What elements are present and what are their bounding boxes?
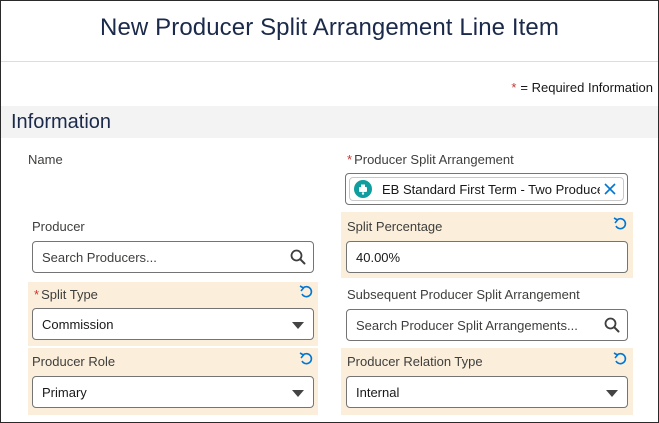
modal: New Producer Split Arrangement Line Item… [0, 0, 659, 423]
undo-icon[interactable] [613, 352, 627, 366]
producer-role-value: Primary [42, 384, 87, 400]
required-info-note: * = Required Information [511, 80, 653, 95]
subsequent-arrangement-placeholder: Search Producer Split Arrangements... [356, 317, 578, 333]
required-info-text: = Required Information [520, 80, 653, 95]
undo-icon[interactable] [299, 285, 313, 299]
undo-icon[interactable] [613, 217, 627, 231]
subsequent-arrangement-label: Subsequent Producer Split Arrangement [347, 287, 580, 302]
required-marker: * [511, 80, 517, 95]
modal-title: New Producer Split Arrangement Line Item [100, 14, 559, 41]
split-type-label-text: Split Type [41, 287, 98, 302]
chevron-down-icon [292, 390, 304, 397]
selected-record-name: EB Standard First Term - Two Producers [382, 181, 600, 197]
section-header-information[interactable]: Information [1, 106, 658, 138]
split-percentage-input[interactable]: 40.00% [346, 241, 628, 273]
undo-icon[interactable] [299, 352, 313, 366]
search-icon[interactable] [290, 249, 306, 265]
required-marker: * [34, 287, 40, 302]
chevron-down-icon [292, 322, 304, 329]
producer-role-select[interactable]: Primary [32, 376, 314, 408]
chevron-down-icon [606, 390, 618, 397]
producer-split-arrangement-label: * Producer Split Arrangement [347, 152, 514, 167]
split-percentage-value: 40.00% [356, 249, 401, 265]
producer-split-arrangement-icon [354, 180, 372, 198]
producer-label: Producer [32, 219, 85, 234]
split-type-label: * Split Type [34, 287, 98, 302]
selected-record-pill[interactable]: EB Standard First Term - Two Producers [349, 177, 624, 201]
split-type-value: Commission [42, 316, 114, 332]
split-type-select[interactable]: Commission [32, 308, 314, 340]
producer-relation-type-value: Internal [356, 384, 400, 400]
producer-search-input[interactable]: Search Producers... [32, 241, 314, 273]
producer-search-placeholder: Search Producers... [42, 249, 157, 265]
producer-role-label: Producer Role [32, 354, 116, 369]
name-label: Name [28, 152, 63, 167]
producer-relation-type-label: Producer Relation Type [347, 354, 483, 369]
close-icon[interactable] [603, 182, 617, 196]
split-percentage-label: Split Percentage [347, 219, 443, 234]
section-title: Information [11, 111, 112, 133]
subsequent-arrangement-search-input[interactable]: Search Producer Split Arrangements... [346, 309, 628, 341]
modal-header: New Producer Split Arrangement Line Item [1, 1, 658, 62]
required-marker: * [347, 152, 353, 167]
producer-split-arrangement-label-text: Producer Split Arrangement [354, 152, 514, 167]
producer-relation-type-select[interactable]: Internal [346, 376, 628, 408]
producer-split-arrangement-lookup[interactable]: EB Standard First Term - Two Producers [345, 173, 628, 205]
search-icon[interactable] [604, 317, 620, 333]
